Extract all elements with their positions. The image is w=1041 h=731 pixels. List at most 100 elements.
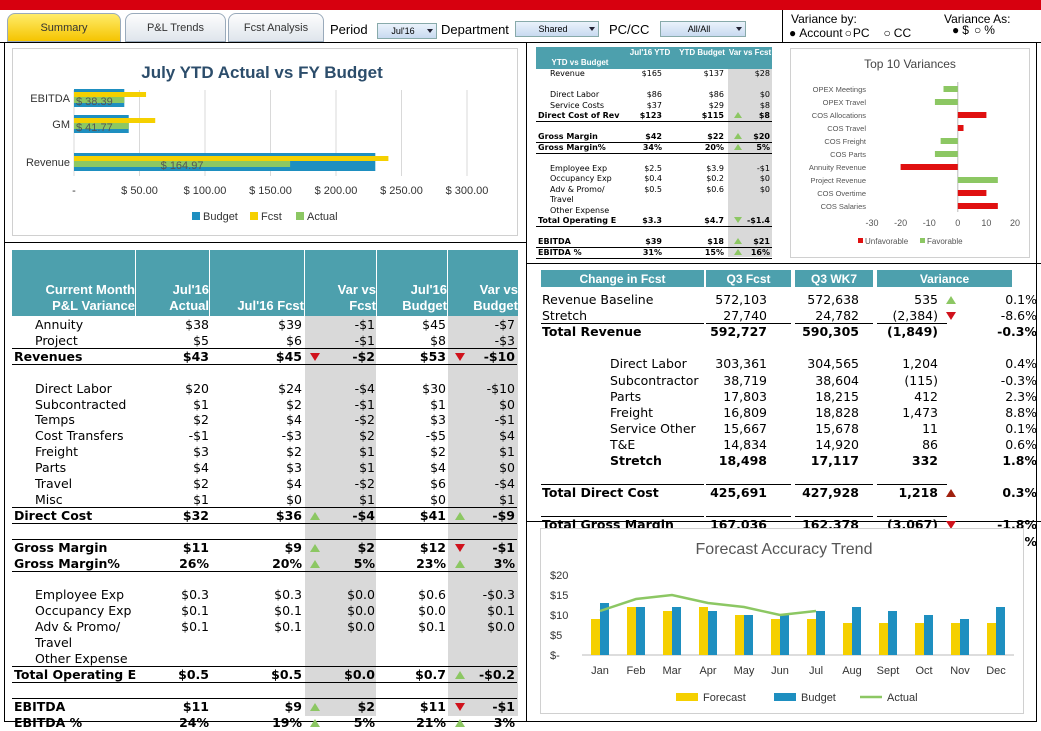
- cell-actual: $5: [193, 332, 209, 348]
- row-label: Travel: [35, 476, 73, 491]
- category-label: COS Allocations: [812, 111, 866, 120]
- row-label: Total Direct Cost: [542, 485, 659, 501]
- cell-bud: 21%: [416, 714, 446, 730]
- tab-p-l-trends[interactable]: P&L Trends: [125, 13, 226, 42]
- cell-fcst: $45: [275, 348, 302, 364]
- x-tick-label: Apr: [699, 665, 716, 677]
- cell-fcst: $0: [286, 491, 302, 507]
- pl-row: [12, 683, 517, 699]
- department-dropdown[interactable]: Shared: [515, 21, 599, 37]
- cell-budget: 15%: [704, 247, 724, 257]
- pl-row: Occupancy Exp $0.1 $0.1 $0.0 $0.0 $0.1: [12, 603, 517, 619]
- mini-table-header: YTD vs Budget Jul'16 YTD YTD Budget Var vs …: [536, 47, 772, 69]
- cell-pct: 2.3%: [1005, 388, 1037, 404]
- mini-table-row: [536, 153, 772, 164]
- row-label: Other Expense: [550, 205, 610, 215]
- cell-wk7: 24,782: [815, 308, 859, 324]
- cell-vf: $1: [359, 444, 375, 460]
- cell-ytd: $37: [646, 100, 662, 110]
- tab-summary[interactable]: Summary: [7, 13, 121, 42]
- cell-var: $8: [759, 100, 770, 110]
- cell-vb: -$1: [492, 539, 515, 555]
- cell-bud: $0.1: [418, 619, 446, 635]
- legend-swatch: [192, 212, 200, 220]
- cell-fcst: $0.3: [274, 587, 302, 603]
- mini-table-row: Adv & Promo/ $0.5 $0.6 $0: [536, 185, 772, 196]
- cell-budget: $0.6: [706, 184, 724, 194]
- tab-fcst-analysis[interactable]: Fcst Analysis: [228, 13, 324, 42]
- fcst-row: Parts 17,803 18,215 412 2.3%: [541, 388, 1037, 405]
- cell-vf: -$4: [352, 507, 375, 523]
- cell-budget: $3.9: [706, 163, 724, 173]
- variance-bar: [957, 190, 987, 196]
- cell-vf: -$2: [354, 476, 375, 491]
- cell-wk7: 14,920: [815, 436, 859, 452]
- cell-var: $8: [758, 111, 770, 120]
- pl-row: Employee Exp $0.3 $0.3 $0.0 $0.6 -$0.3: [12, 587, 517, 603]
- row-label: Total Operating E: [538, 216, 617, 225]
- fcst-header-cell: Q3 Fcst: [706, 270, 791, 287]
- pl-header-cell: Var vs Fcst: [305, 250, 376, 316]
- radio-account[interactable]: ● Account: [789, 26, 843, 40]
- cell-var: $20: [753, 132, 770, 141]
- pl-row: Cost Transfers -$1 -$3 $2 -$5 $4: [12, 428, 517, 444]
- row-rule: [12, 506, 517, 508]
- variance-bar: [957, 112, 987, 118]
- accuracy-chart-title: Forecast Accuracy Trend: [696, 541, 873, 558]
- radio-empty-icon: ○: [883, 26, 891, 40]
- row-rule: [541, 323, 704, 325]
- pccc-dropdown[interactable]: All/All: [660, 21, 746, 37]
- radio-pc[interactable]: ○ PC: [845, 26, 870, 40]
- cell-actual: $20: [185, 380, 209, 396]
- cell-vb: -$7: [494, 317, 515, 332]
- cell-bud: $53: [419, 348, 446, 364]
- cell-ytd: $165: [641, 69, 662, 78]
- cell-pct: 1.8%: [1002, 453, 1037, 468]
- row-label: Revenue Baseline: [542, 292, 654, 307]
- cell-vb: $4: [499, 428, 515, 444]
- pccc-label: PC/CC: [609, 22, 650, 37]
- bar-budget: [852, 607, 861, 655]
- cell-actual: $0.5: [178, 666, 209, 682]
- cell-vf: -$1: [354, 332, 375, 348]
- row-label: Gross Margin%: [14, 555, 120, 571]
- bar-forecast: [591, 619, 600, 655]
- radio-percent[interactable]: ○%: [974, 23, 995, 37]
- cell-wk7: 15,678: [815, 420, 859, 436]
- divider: [782, 10, 783, 42]
- cell-pct: 8.8%: [1005, 404, 1037, 420]
- header-line2: Fcst: [349, 298, 376, 313]
- fcst-row: [541, 340, 1025, 356]
- cell-vf: -$2: [354, 412, 375, 428]
- mini-table-row: Service Costs $37 $29 $8: [536, 101, 772, 112]
- mini-table-row: Other Expense: [536, 206, 772, 217]
- category-label: GM: [52, 119, 70, 131]
- pl-row: Freight $3 $2 $1 $2 $1: [12, 444, 517, 460]
- cell-fcst: $39: [278, 317, 302, 332]
- radio-dollar[interactable]: ● $: [952, 23, 969, 37]
- mini-table-row: Occupancy Exp $0.4 $0.2 $0: [536, 174, 772, 185]
- mini-header-cell: YTD vs Budget: [551, 58, 609, 67]
- bar-forecast: [987, 623, 996, 655]
- row-label: Employee Exp: [550, 163, 608, 173]
- cell-vf: $1: [359, 491, 375, 507]
- category-label: Annuity Revenue: [809, 163, 866, 172]
- chevron-down-icon: [427, 29, 433, 33]
- x-tick-label: -10: [923, 218, 936, 228]
- pl-row: Subcontracted $1 $2 -$1 $1 $0: [12, 397, 517, 413]
- row-rule: [706, 516, 791, 518]
- period-dropdown[interactable]: Jul'16: [377, 23, 437, 39]
- x-tick-label: -20: [894, 218, 907, 228]
- department-label: Department: [441, 22, 509, 37]
- fcst-row: [541, 469, 1025, 485]
- row-label: Parts: [610, 388, 642, 404]
- header-line2: Actual: [169, 298, 209, 313]
- radio-cc[interactable]: ○ CC: [884, 26, 912, 40]
- cell-var: -$1.4: [746, 216, 770, 225]
- bar-budget: [780, 615, 789, 655]
- cell-actual: $1: [193, 491, 209, 507]
- top-accent-bar: [0, 0, 1041, 10]
- cell-actual: $32: [182, 507, 209, 523]
- cell-fcst: $4: [286, 412, 302, 428]
- cell-pct: 0.4%: [1005, 356, 1037, 372]
